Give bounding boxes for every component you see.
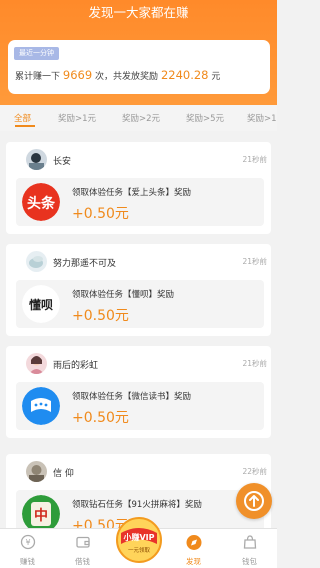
- nav-discover-label: 发现: [186, 557, 201, 566]
- stats-suffix: 元: [211, 72, 221, 82]
- reward-amount: +0.50元: [72, 410, 129, 426]
- nav-discover[interactable]: 发现: [166, 529, 221, 568]
- avatar: [26, 149, 47, 170]
- wallet-icon: [75, 536, 90, 548]
- reward-amount: +0.50元: [72, 206, 129, 222]
- reward-amount: +0.50元: [72, 308, 129, 324]
- toutiao-icon: 头条: [22, 183, 60, 221]
- coin-icon: ¥: [20, 534, 35, 550]
- tab-reward-gt-5[interactable]: 奖励>5元: [186, 112, 224, 124]
- stats-count: 9669: [62, 68, 93, 82]
- task-box: 领取体验任务【微信读书】奖励 +0.50元: [16, 382, 264, 430]
- task-box: 头条 领取体验任务【爱上头条】奖励 +0.50元: [16, 178, 264, 226]
- task-description: 领取体验任务【爱上头条】奖励: [72, 188, 192, 198]
- tab-reward-gt-2[interactable]: 奖励>2元: [122, 112, 160, 124]
- tab-reward-more[interactable]: 奖励>1: [247, 112, 277, 124]
- svg-text:小赚VIP: 小赚VIP: [122, 532, 154, 542]
- user-name: 努力那遥不可及: [53, 259, 117, 269]
- task-description: 领取钻石任务【91火拼麻将】奖励: [72, 500, 202, 510]
- time-ago: 21秒前: [242, 155, 267, 164]
- discover-icon: [186, 535, 201, 550]
- avatar: [26, 461, 47, 482]
- page-title: 发现一大家都在赚: [88, 5, 189, 20]
- nav-earn-label: 赚钱: [20, 557, 35, 566]
- stats-badge: 最近一分钟: [14, 47, 59, 60]
- task-description: 领取体验任务【懂呗】奖励: [72, 290, 175, 300]
- task-box: 懂呗 领取体验任务【懂呗】奖励 +0.50元: [16, 280, 264, 328]
- stats-prefix: 累计赚一下: [15, 72, 61, 82]
- nav-wallet-label: 钱包: [242, 557, 257, 566]
- feed-card[interactable]: 努力那遥不可及 21秒前 懂呗 领取体验任务【懂呗】奖励 +0.50元: [6, 244, 271, 336]
- svg-text:懂呗: 懂呗: [28, 297, 53, 312]
- scroll-top-button[interactable]: [236, 483, 272, 519]
- tab-all[interactable]: 全部: [14, 112, 31, 124]
- dongbei-icon: 懂呗: [22, 285, 60, 323]
- avatar: [26, 353, 47, 374]
- svg-text:一元领取: 一元领取: [128, 546, 151, 554]
- nav-earn[interactable]: ¥ 赚钱: [0, 529, 55, 568]
- stats-card: 最近一分钟 累计赚一下 9669 次，共发放奖励 2240.28 元: [8, 40, 270, 94]
- svg-text:¥: ¥: [25, 538, 30, 547]
- weixin-reading-icon: [22, 387, 60, 425]
- avatar: [26, 251, 47, 272]
- feed-card[interactable]: 雨后的彩虹 21秒前 领取体验任务【微信读书】奖励 +0.50元: [6, 346, 271, 438]
- vip-badge-button[interactable]: 小赚VIP 一元领取: [113, 513, 165, 565]
- user-name: 长安: [53, 157, 72, 167]
- svg-text:头条: 头条: [27, 195, 56, 212]
- time-ago: 21秒前: [242, 359, 267, 368]
- feed-card[interactable]: 长安 21秒前 头条 领取体验任务【爱上头条】奖励 +0.50元: [6, 142, 271, 234]
- user-name: 雨后的彩虹: [53, 361, 99, 371]
- arrow-up-icon: [244, 491, 264, 511]
- task-description: 领取体验任务【微信读书】奖励: [72, 392, 192, 402]
- svg-text:中: 中: [34, 507, 48, 524]
- nav-wallet[interactable]: 钱包: [222, 529, 277, 568]
- user-name: 信 仰: [53, 469, 74, 479]
- stats-amount: 2240.28: [160, 68, 209, 82]
- stats-summary: 累计赚一下 9669 次，共发放奖励 2240.28 元: [15, 68, 220, 82]
- stats-middle: 次，共发放奖励: [95, 72, 159, 82]
- purse-icon: [243, 535, 256, 549]
- tab-active-indicator: [15, 125, 35, 127]
- nav-borrow[interactable]: 借钱: [55, 529, 110, 568]
- nav-borrow-label: 借钱: [75, 557, 90, 566]
- tab-reward-gt-1[interactable]: 奖励>1元: [58, 112, 96, 124]
- time-ago: 22秒前: [242, 467, 267, 476]
- time-ago: 21秒前: [242, 257, 267, 266]
- vip-badge-icon: 小赚VIP 一元领取: [116, 517, 162, 563]
- filter-tabs: 全部 奖励>1元 奖励>2元 奖励>5元 奖励>1: [0, 105, 277, 131]
